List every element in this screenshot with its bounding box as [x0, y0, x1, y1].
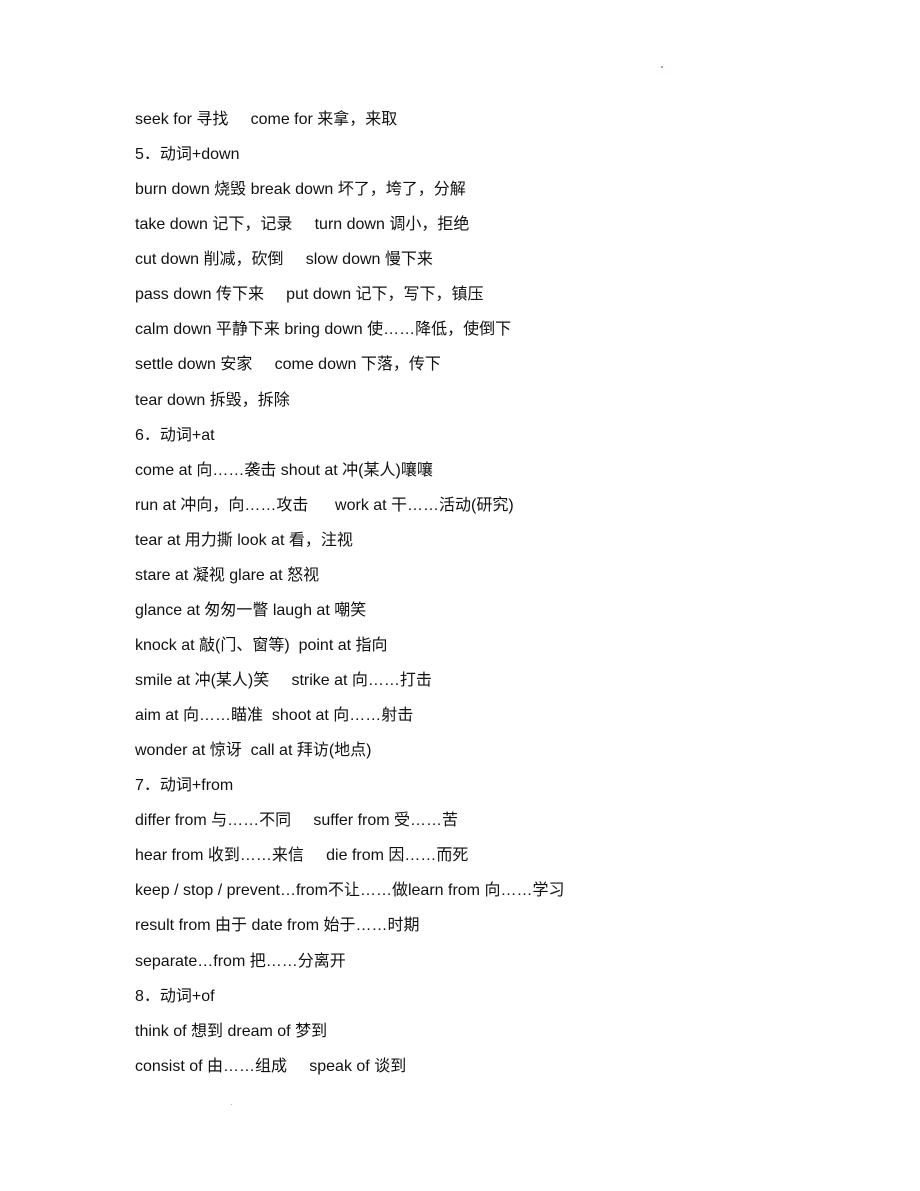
phrase-line: consist of 由……组成 speak of 谈到 [135, 1057, 407, 1075]
phrase-line: calm down 平静下来 bring down 使……降低，使倒下 [135, 321, 512, 339]
phrase-line: stare at 凝视 glare at 怒视 [135, 566, 320, 584]
phrase-line: glance at 匆匆一瞥 laugh at 嘲笑 [135, 601, 367, 619]
phrase-line: pass down 传下来 put down 记下，写下，镇压 [135, 286, 484, 304]
phrase-line: smile at 冲(某人)笑 strike at 向……打击 [135, 672, 432, 689]
section-heading-down: 5．动词+down [135, 146, 240, 164]
phrase-line: aim at 向……瞄准 shoot at 向……射击 [135, 707, 414, 725]
phrase-list: seek for 寻找 come for 来拿，来取 5．动词+down bur… [135, 108, 564, 1090]
phrase-line: knock at 敲(门、窗等) point at 指向 [135, 636, 388, 654]
phrase-line: settle down 安家 come down 下落，传下 [135, 356, 441, 374]
phrase-line: burn down 烧毁 break down 坏了，垮了，分解 [135, 181, 466, 199]
phrase-line: run at 冲向，向……攻击 work at 干……活动(研究) [135, 496, 514, 514]
phrase-line: hear from 收到……来信 die from 因……而死 [135, 847, 469, 865]
phrase-line: think of 想到 dream of 梦到 [135, 1022, 328, 1040]
phrase-line: seek for 寻找 come for 来拿，来取 [135, 111, 398, 128]
phrase-line: differ from 与……不同 suffer from 受……苦 [135, 812, 459, 830]
section-heading-at: 6．动词+at [135, 426, 215, 444]
phrase-line: tear at 用力撕 look at 看，注视 [135, 531, 353, 549]
section-heading-from: 7．动词+from [135, 777, 234, 795]
section-heading-of: 8．动词+of [135, 987, 215, 1005]
phrase-line: cut down 削减，砍倒 slow down 慢下来 [135, 251, 433, 269]
phrase-line: separate…from 把……分离开 [135, 952, 346, 970]
phrase-line: tear down 拆毁，拆除 [135, 391, 290, 409]
phrase-line: come at 向……袭击 shout at 冲(某人)嚷嚷 [135, 461, 433, 479]
decorative-dot [661, 66, 663, 68]
phrase-line: wonder at 惊讶 call at 拜访(地点) [135, 742, 372, 760]
decorative-dot [231, 1104, 232, 1105]
phrase-line: keep / stop / prevent…from不让……做learn fro… [135, 882, 565, 900]
phrase-line: take down 记下，记录 turn down 调小，拒绝 [135, 216, 470, 234]
phrase-line: result from 由于 date from 始于……时期 [135, 917, 420, 935]
